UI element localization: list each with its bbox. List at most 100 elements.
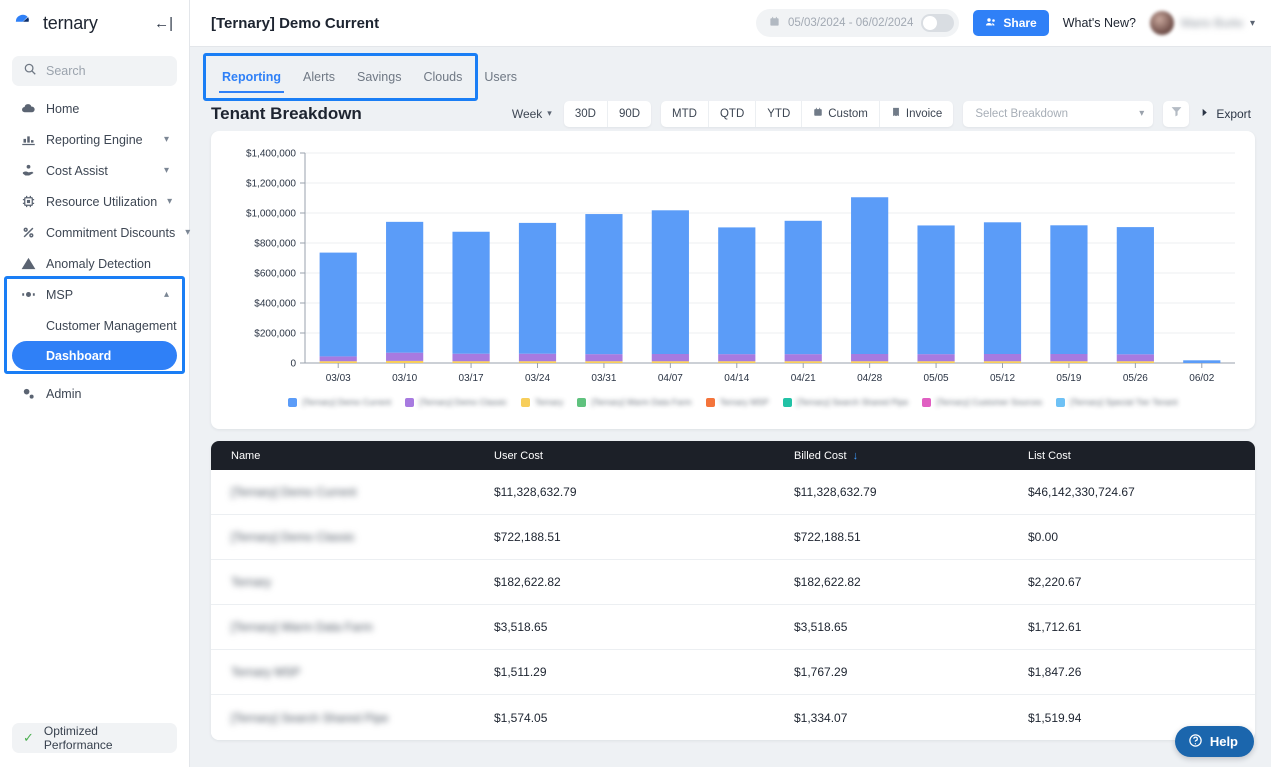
gears-icon bbox=[20, 386, 36, 402]
export-button[interactable]: Export bbox=[1199, 107, 1253, 121]
table-row[interactable]: [Ternary] Demo Current $11,328,632.79 $11,… bbox=[211, 470, 1255, 515]
section-header: Tenant Breakdown Week ▾ 30D 90D MTD QTD … bbox=[190, 93, 1271, 131]
cell-billed_cost: $182,622.82 bbox=[794, 575, 861, 589]
cell-billed_cost: $11,328,632.79 bbox=[794, 485, 877, 499]
date-compare-toggle[interactable] bbox=[921, 14, 955, 32]
sidebar-item-home[interactable]: Home bbox=[12, 93, 177, 124]
tab-savings[interactable]: Savings bbox=[346, 70, 412, 93]
table-row[interactable]: [Ternary] Warm Data Farm $3,518.65 $3,518.… bbox=[211, 605, 1255, 650]
header-actions: 05/03/2024 - 06/02/2024 Share What's New… bbox=[756, 9, 1255, 37]
column-header-list-cost[interactable]: List Cost bbox=[1028, 450, 1255, 462]
legend-item[interactable]: [Ternary] Customer Sources bbox=[922, 397, 1042, 407]
sidebar-item-msp[interactable]: MSP ▴ bbox=[12, 279, 177, 310]
svg-text:04/07: 04/07 bbox=[658, 373, 683, 384]
legend-item[interactable]: Ternary MSP bbox=[705, 397, 769, 407]
calendar-icon bbox=[769, 16, 780, 30]
tenant-breakdown-chart-card: 0 $200,000 $400,000 $600,000 $800,000 $1,000,… bbox=[211, 131, 1255, 429]
chart-legend: [Ternary] Demo Current [Ternary] Demo Cla… bbox=[223, 393, 1243, 411]
granularity-select[interactable]: Week ▾ bbox=[512, 107, 554, 121]
legend-item[interactable]: Ternary bbox=[520, 397, 563, 407]
legend-color-swatch bbox=[782, 397, 792, 407]
brand-name: ternary bbox=[43, 13, 98, 33]
chevron-down-icon: ▾ bbox=[547, 108, 552, 118]
svg-text:05/12: 05/12 bbox=[990, 373, 1015, 384]
search-input[interactable]: Search bbox=[12, 56, 177, 86]
tab-label: Reporting bbox=[222, 70, 282, 84]
hand-coin-icon bbox=[20, 163, 36, 179]
svg-text:$1,400,000: $1,400,000 bbox=[246, 149, 296, 160]
range-custom[interactable]: Custom bbox=[802, 100, 880, 127]
range-ytd[interactable]: YTD bbox=[756, 100, 803, 127]
range-90d[interactable]: 90D bbox=[608, 101, 651, 127]
stacked-bar-chart[interactable]: 0 $200,000 $400,000 $600,000 $800,000 $1,000,… bbox=[223, 141, 1243, 393]
range-mtd[interactable]: MTD bbox=[661, 100, 709, 127]
sidebar-item-admin[interactable]: Admin bbox=[12, 378, 177, 409]
sidebar-footer: ✓ Optimized Performance bbox=[0, 723, 189, 767]
filter-button[interactable] bbox=[1163, 100, 1190, 127]
range-qtd[interactable]: QTD bbox=[709, 100, 757, 127]
user-menu[interactable]: Mario Burke ▾ bbox=[1149, 11, 1255, 35]
svg-text:03/24: 03/24 bbox=[525, 373, 550, 384]
range-30d[interactable]: 30D bbox=[564, 100, 608, 127]
collapse-panel-icon[interactable]: ←| bbox=[154, 16, 175, 31]
svg-text:$600,000: $600,000 bbox=[254, 269, 296, 280]
range-label: Custom bbox=[828, 107, 868, 120]
export-label: Export bbox=[1216, 106, 1251, 121]
user-name: Mario Burke bbox=[1180, 16, 1243, 30]
sidebar-item-label: Reporting Engine bbox=[46, 132, 143, 147]
sidebar-item-dashboard[interactable]: Dashboard bbox=[12, 341, 177, 370]
people-icon bbox=[985, 16, 997, 31]
legend-item[interactable]: [Ternary] Demo Classic bbox=[405, 397, 507, 407]
sidebar-item-resource-utilization[interactable]: Resource Utilization ▾ bbox=[12, 186, 177, 217]
range-segmented-control-2: MTD QTD YTD Custom Invoice bbox=[661, 100, 954, 127]
svg-text:03/03: 03/03 bbox=[326, 373, 351, 384]
legend-label: Ternary MSP bbox=[719, 397, 769, 407]
sidebar-item-reporting-engine[interactable]: Reporting Engine ▾ bbox=[12, 124, 177, 155]
help-button[interactable]: Help bbox=[1174, 726, 1254, 757]
warning-triangle-icon bbox=[20, 256, 36, 272]
receipt-icon bbox=[891, 107, 901, 120]
date-range-picker[interactable]: 05/03/2024 - 06/02/2024 bbox=[756, 9, 960, 37]
svg-text:$1,000,000: $1,000,000 bbox=[246, 209, 296, 220]
sidebar-item-customer-management[interactable]: Customer Management bbox=[12, 311, 177, 340]
share-button[interactable]: Share bbox=[973, 10, 1049, 36]
section-title: Tenant Breakdown bbox=[211, 103, 362, 123]
calendar-icon bbox=[813, 107, 823, 120]
svg-text:03/10: 03/10 bbox=[392, 373, 417, 384]
tab-alerts[interactable]: Alerts bbox=[292, 70, 346, 93]
funnel-icon bbox=[1170, 105, 1183, 123]
legend-label: [Ternary] Warm Data Farm bbox=[591, 397, 692, 407]
legend-item[interactable]: [Ternary] Warm Data Farm bbox=[577, 397, 692, 407]
optimized-performance-status[interactable]: ✓ Optimized Performance bbox=[12, 723, 177, 753]
sidebar-item-cost-assist[interactable]: Cost Assist ▾ bbox=[12, 155, 177, 186]
column-header-name[interactable]: Name bbox=[231, 450, 494, 462]
legend-item[interactable]: [Ternary] Demo Current bbox=[288, 397, 391, 407]
table-row[interactable]: [Ternary] Demo Classic $722,188.51 $722,18… bbox=[211, 515, 1255, 560]
column-header-user-cost[interactable]: User Cost bbox=[494, 450, 794, 462]
legend-item[interactable]: [Ternary] Special Tier Tenant bbox=[1056, 397, 1178, 407]
tab-users[interactable]: Users bbox=[473, 70, 528, 93]
range-label: Invoice bbox=[905, 107, 943, 120]
sidebar-item-anomaly-detection[interactable]: Anomaly Detection bbox=[12, 248, 177, 279]
tab-reporting[interactable]: Reporting bbox=[211, 70, 292, 93]
svg-text:05/19: 05/19 bbox=[1056, 373, 1081, 384]
svg-text:04/28: 04/28 bbox=[857, 373, 882, 384]
breakdown-select[interactable]: Select Breakdown ▾ bbox=[963, 100, 1154, 127]
content-scroll-area[interactable]: 0 $200,000 $400,000 $600,000 $800,000 $1,000,… bbox=[190, 131, 1271, 767]
whats-new-link[interactable]: What's New? bbox=[1063, 16, 1136, 30]
range-label: MTD bbox=[672, 107, 697, 120]
sidebar-item-commitment-discounts[interactable]: Commitment Discounts ▾ bbox=[12, 217, 190, 248]
cell-list_cost: $46,142,330,724.67 bbox=[1028, 485, 1135, 499]
column-header-billed-cost[interactable]: Billed Cost ↓ bbox=[794, 450, 1028, 462]
table-row[interactable]: Ternary MSP $1,511.29 $1,767.29 $1,847.26 bbox=[211, 650, 1255, 695]
column-label: List Cost bbox=[1028, 449, 1071, 462]
table-row[interactable]: [Ternary] Search Shared Pipe $1,574.05 $1,… bbox=[211, 695, 1255, 740]
cell-list_cost: $1,847.26 bbox=[1028, 665, 1082, 679]
help-label: Help bbox=[1209, 734, 1238, 749]
table-row[interactable]: Ternary $182,622.82 $182,622.82 $2,220.67 bbox=[211, 560, 1255, 605]
tab-clouds[interactable]: Clouds bbox=[412, 70, 473, 93]
sidebar-item-label: MSP bbox=[46, 287, 74, 302]
range-invoice[interactable]: Invoice bbox=[880, 101, 953, 127]
legend-item[interactable]: [Ternary] Search Shared Pipe bbox=[782, 397, 908, 407]
sidebar-item-label: Cost Assist bbox=[46, 163, 108, 178]
